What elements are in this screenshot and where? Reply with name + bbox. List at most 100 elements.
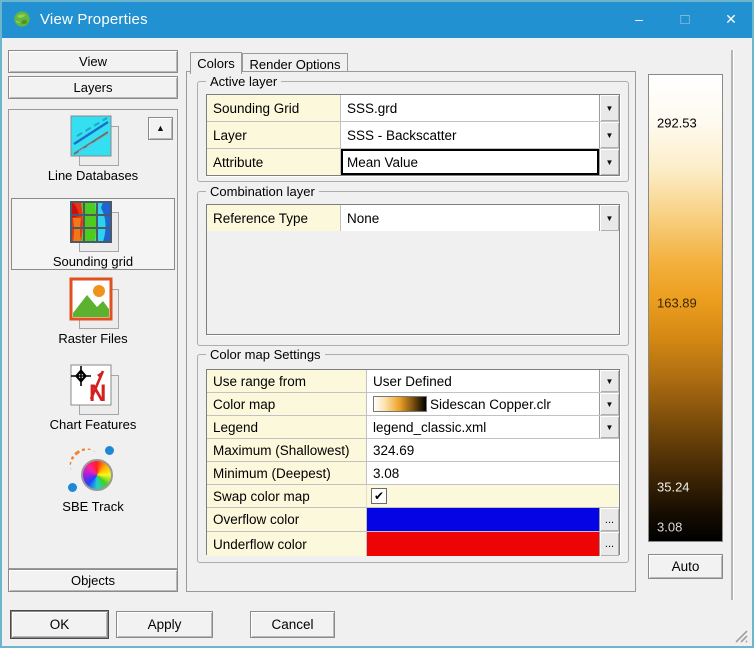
minimum-input[interactable]: 3.08	[367, 462, 619, 484]
cancel-button[interactable]: Cancel	[250, 611, 335, 638]
field-value: 324.69	[373, 443, 414, 458]
sidebar-view-button[interactable]: View	[8, 50, 178, 73]
chevron-down-icon: ▼	[606, 377, 614, 386]
layer-dropdown-button[interactable]: ▼	[599, 122, 619, 148]
reference-type-dropdown-button[interactable]: ▼	[599, 205, 619, 231]
chevron-down-icon: ▼	[606, 423, 614, 432]
legend-select[interactable]: legend_classic.xml	[367, 416, 599, 438]
color-map-select[interactable]: Sidescan Copper.clr	[367, 393, 599, 415]
table-row: Swap color map ✔	[207, 485, 619, 508]
app-icon	[13, 10, 31, 28]
window-title: View Properties	[40, 11, 148, 28]
underflow-color-picker-button[interactable]: ...	[599, 532, 619, 556]
table-row: Sounding Grid SSS.grd ▼	[207, 95, 619, 122]
maximum-input[interactable]: 324.69	[367, 439, 619, 461]
attribute-select[interactable]: Mean Value	[341, 149, 599, 175]
field-label: Layer	[207, 122, 341, 148]
table-row: Attribute Mean Value ▼	[207, 149, 619, 175]
view-properties-dialog: View Properties – □ ✕ View Layers ▲	[0, 0, 754, 648]
overflow-color-cell	[367, 508, 599, 531]
group-combination-layer: Combination layer Reference Type None ▼	[197, 191, 629, 346]
legend-colorbar: 292.53 163.89 35.24 3.08	[648, 74, 723, 542]
field-label: Attribute	[207, 149, 341, 175]
ellipsis-icon: ...	[605, 514, 614, 526]
underflow-color-swatch[interactable]	[367, 532, 599, 556]
layer-select[interactable]: SSS - Backscatter	[341, 122, 599, 148]
chevron-down-icon: ▼	[606, 131, 614, 140]
sidebar-item-sounding-grid[interactable]: Sounding grid	[11, 198, 175, 270]
titlebar[interactable]: View Properties – □ ✕	[0, 0, 754, 38]
minimize-button[interactable]: –	[616, 0, 662, 38]
colorbar-tick: 163.89	[657, 296, 697, 311]
auto-button[interactable]: Auto	[648, 554, 723, 579]
colorbar-tick: 35.24	[657, 480, 690, 495]
field-value: User Defined	[373, 374, 452, 389]
chart-features-icon: N	[67, 363, 119, 415]
sidebar-item-label: Line Databases	[11, 168, 175, 183]
line-databases-icon	[67, 114, 119, 166]
field-value: 3.08	[373, 466, 399, 481]
sidebar-item-label: Chart Features	[11, 417, 175, 432]
table-row: Legend legend_classic.xml ▼	[207, 416, 619, 439]
color-map-dropdown-button[interactable]: ▼	[599, 393, 619, 415]
field-label: Sounding Grid	[207, 95, 341, 121]
raster-files-icon	[67, 277, 119, 329]
field-label: Legend	[207, 416, 367, 438]
tab-colors[interactable]: Colors	[190, 52, 242, 74]
sounding-grid-select[interactable]: SSS.grd	[341, 95, 599, 121]
table-row: Maximum (Shallowest) 324.69	[207, 439, 619, 462]
colorbar-tick: 3.08	[657, 520, 682, 535]
group-title: Active layer	[206, 74, 281, 89]
close-button[interactable]: ✕	[708, 0, 754, 38]
color-map-gradient-swatch	[373, 396, 427, 412]
use-range-from-dropdown-button[interactable]: ▼	[599, 370, 619, 392]
resize-grip-icon[interactable]	[735, 630, 748, 643]
overflow-color-picker-button[interactable]: ...	[599, 508, 619, 531]
layers-list: ▲ Line Databases	[8, 109, 178, 569]
check-icon: ✔	[374, 489, 384, 503]
attribute-dropdown-button[interactable]: ▼	[599, 149, 619, 175]
field-label: Use range from	[207, 370, 367, 392]
overflow-color-swatch[interactable]	[367, 508, 599, 531]
sidebar-item-raster-files[interactable]: Raster Files	[11, 277, 175, 355]
group-color-map-settings: Color map Settings Use range from User D…	[197, 354, 629, 563]
sidebar-item-chart-features[interactable]: N Chart Features	[11, 363, 175, 439]
field-label: Minimum (Deepest)	[207, 462, 367, 484]
field-label: Underflow color	[207, 532, 367, 556]
sidebar: View Layers ▲	[8, 50, 178, 598]
maximize-button[interactable]: □	[662, 0, 708, 38]
underflow-color-cell	[367, 532, 599, 556]
sidebar-layers-button[interactable]: Layers	[8, 76, 178, 99]
apply-button[interactable]: Apply	[116, 611, 213, 638]
group-title: Combination layer	[206, 184, 319, 199]
table-row: Reference Type None ▼	[207, 205, 619, 231]
ok-button[interactable]: OK	[11, 611, 108, 638]
use-range-from-select[interactable]: User Defined	[367, 370, 599, 392]
tab-render-options[interactable]: Render Options	[242, 53, 348, 73]
tab-panel-colors: Active layer Sounding Grid SSS.grd ▼ Lay…	[186, 71, 636, 592]
group-title: Color map Settings	[206, 347, 325, 362]
sidebar-objects-button[interactable]: Objects	[8, 569, 178, 592]
group-active-layer: Active layer Sounding Grid SSS.grd ▼ Lay…	[197, 81, 629, 182]
table-row: Minimum (Deepest) 3.08	[207, 462, 619, 485]
field-label: Color map	[207, 393, 367, 415]
table-row: Color map Sidescan Copper.clr ▼	[207, 393, 619, 416]
chevron-down-icon: ▼	[606, 158, 614, 167]
sidebar-item-sbe-track[interactable]: SBE Track	[11, 445, 175, 517]
sidebar-item-line-databases[interactable]: Line Databases	[11, 114, 175, 192]
field-label: Swap color map	[207, 485, 367, 507]
colorbar-tick: 292.53	[657, 115, 697, 130]
chevron-down-icon: ▼	[606, 104, 614, 113]
reference-type-select[interactable]: None	[341, 205, 599, 231]
swap-color-map-cell: ✔	[367, 485, 619, 507]
swap-color-map-checkbox[interactable]: ✔	[371, 488, 387, 504]
chevron-down-icon: ▼	[606, 214, 614, 223]
sbe-track-icon	[67, 445, 119, 497]
sounding-grid-dropdown-button[interactable]: ▼	[599, 95, 619, 121]
legend-dropdown-button[interactable]: ▼	[599, 416, 619, 438]
field-value: Mean Value	[347, 155, 418, 170]
field-label: Maximum (Shallowest)	[207, 439, 367, 461]
field-label: Overflow color	[207, 508, 367, 531]
vertical-groove	[731, 50, 733, 600]
sounding-grid-icon	[67, 200, 119, 252]
